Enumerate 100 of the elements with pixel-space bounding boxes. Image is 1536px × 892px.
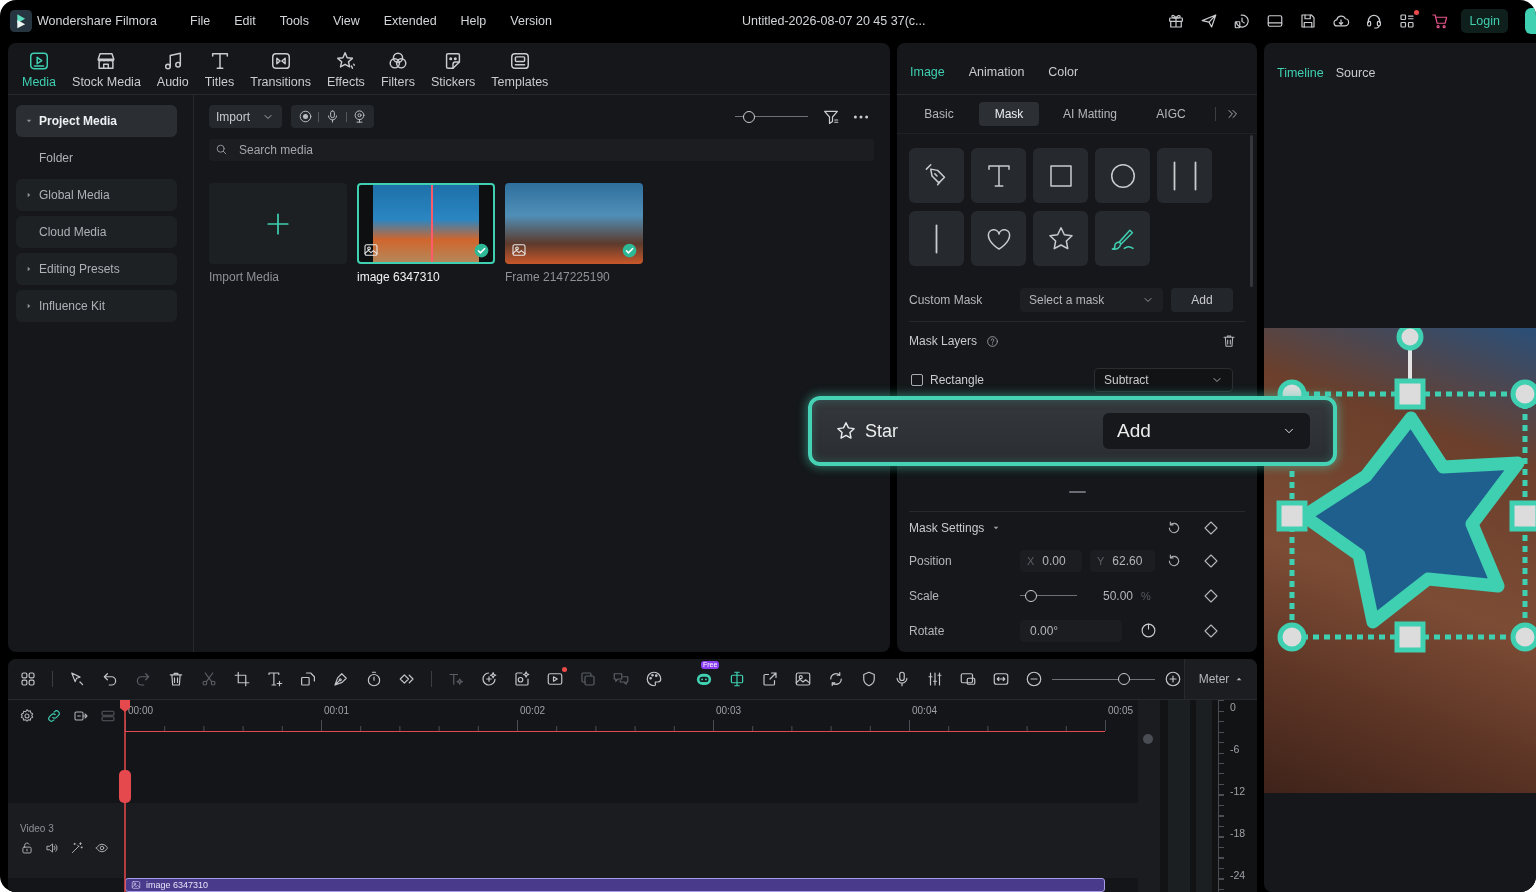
mask-shape-button[interactable] xyxy=(909,148,964,203)
login-button[interactable]: Login xyxy=(1461,9,1508,33)
media-tab[interactable]: Templates xyxy=(491,48,549,89)
headset-icon[interactable] xyxy=(1365,12,1384,30)
reset-icon[interactable] xyxy=(1166,552,1182,569)
mask-shape-button[interactable] xyxy=(1033,148,1088,203)
media-tab[interactable]: Media xyxy=(22,48,57,89)
menu-item[interactable]: File xyxy=(178,14,223,28)
diamond-icon[interactable] xyxy=(1203,587,1219,604)
magnified-layer-tooltip[interactable]: Star Add xyxy=(808,396,1337,466)
media-tab[interactable]: Stock Media xyxy=(72,48,141,89)
share-box-icon[interactable] xyxy=(761,670,779,688)
property-tab[interactable]: Animation xyxy=(968,64,1025,79)
clock-document-icon[interactable] xyxy=(1233,12,1252,30)
caret-right-icon[interactable] xyxy=(25,265,33,273)
edge-handle[interactable] xyxy=(1394,378,1426,410)
cursor-arrow-icon[interactable] xyxy=(68,670,86,688)
corner-handle[interactable] xyxy=(1277,622,1307,652)
mask-dropdown[interactable]: Select a mask xyxy=(1020,288,1163,312)
sidebar-item[interactable]: Influence Kit xyxy=(16,290,177,322)
media-tab[interactable]: Audio xyxy=(156,48,189,89)
split-frame-icon[interactable] xyxy=(728,670,746,688)
import-dropdown[interactable]: Import xyxy=(209,105,282,128)
mask-shape-button[interactable] xyxy=(971,148,1026,203)
preview-tab[interactable]: Source xyxy=(1335,66,1376,80)
eye-icon[interactable] xyxy=(95,841,109,855)
magic-wand-icon[interactable] xyxy=(70,841,84,855)
timer-icon[interactable] xyxy=(365,670,383,688)
preview-tab[interactable]: Timeline xyxy=(1277,66,1324,80)
diamond-icon[interactable] xyxy=(1203,519,1219,536)
number-field[interactable]: 0.00° xyxy=(1020,619,1122,642)
scrollbar-thumb[interactable] xyxy=(1250,135,1253,287)
gear-icon[interactable] xyxy=(19,708,35,724)
resize-box-icon[interactable] xyxy=(992,670,1010,688)
menu-item[interactable]: Edit xyxy=(222,14,268,28)
mask-shape-button[interactable] xyxy=(1095,211,1150,266)
mask-shape-button[interactable] xyxy=(1095,148,1150,203)
slider-thumb[interactable] xyxy=(1118,673,1131,685)
media-tab[interactable]: Effects xyxy=(326,48,365,89)
meter-dropdown[interactable]: Meter xyxy=(1184,659,1257,699)
corner-handle[interactable] xyxy=(1510,622,1536,652)
import-media-tile[interactable] xyxy=(209,183,347,264)
trash-icon[interactable] xyxy=(1221,333,1237,349)
media-thumbnail[interactable] xyxy=(357,183,495,264)
speaker-icon[interactable] xyxy=(45,841,59,855)
paper-plane-icon[interactable] xyxy=(1200,12,1219,30)
sub-tab[interactable]: AI Matting xyxy=(1049,102,1132,126)
mask-shape-button[interactable] xyxy=(1033,211,1088,266)
time-ruler[interactable]: 00:00 00:01 00:02 00:03 00:04 00:05 xyxy=(125,700,1138,732)
media-tab[interactable]: Stickers xyxy=(430,48,476,89)
record-icon[interactable] xyxy=(297,109,313,124)
sub-tab[interactable]: Basic xyxy=(909,102,969,126)
cart-icon[interactable] xyxy=(1431,12,1450,30)
sub-tab[interactable]: Mask xyxy=(979,102,1039,126)
link-icon[interactable] xyxy=(46,708,62,724)
menu-item[interactable]: Extended xyxy=(371,14,449,28)
minus-circle-icon[interactable] xyxy=(1025,670,1043,688)
diamond-icon[interactable] xyxy=(1203,622,1219,639)
checkbox[interactable] xyxy=(911,374,923,386)
shield-icon[interactable] xyxy=(860,670,878,688)
menu-item[interactable]: Version xyxy=(498,14,564,28)
sub-tab[interactable]: AIGC xyxy=(1141,102,1202,126)
padlock-icon[interactable] xyxy=(20,841,34,855)
picture-in-picture-icon[interactable] xyxy=(959,670,977,688)
circle-sparkle-icon[interactable] xyxy=(480,670,498,688)
property-tab[interactable]: Color xyxy=(1048,64,1079,79)
floppy-icon[interactable] xyxy=(1299,12,1318,30)
help-circle-icon[interactable] xyxy=(986,334,1000,348)
scrollbar-thumb[interactable] xyxy=(1143,734,1153,744)
gift-icon[interactable] xyxy=(1167,12,1186,30)
box-arrow-icon[interactable] xyxy=(73,708,89,724)
shapes-icon[interactable] xyxy=(299,670,317,688)
search-field[interactable]: Search media xyxy=(209,139,874,161)
edge-handle[interactable] xyxy=(1394,621,1426,653)
circle-arrows-icon[interactable] xyxy=(827,670,845,688)
mask-shape-button[interactable] xyxy=(971,211,1026,266)
sliders-icon[interactable] xyxy=(926,670,944,688)
sidebar-item[interactable]: Project Media xyxy=(16,105,177,137)
number-field[interactable]: X 0.00 xyxy=(1020,549,1082,572)
sidebar-item[interactable]: Global Media xyxy=(16,179,177,211)
layout-icon[interactable] xyxy=(1266,12,1285,30)
plus-circle-icon[interactable] xyxy=(1164,670,1182,688)
trash-icon[interactable] xyxy=(167,670,185,688)
caret-right-icon[interactable] xyxy=(25,191,33,199)
media-tab[interactable]: Transitions xyxy=(250,48,311,89)
crop-icon[interactable] xyxy=(233,670,251,688)
timeline-clip[interactable]: image 6347310 xyxy=(125,878,1105,892)
edge-handle[interactable] xyxy=(1276,500,1308,532)
text-plus-icon[interactable] xyxy=(266,670,284,688)
reset-icon[interactable] xyxy=(1166,519,1182,536)
caret-down-icon[interactable] xyxy=(25,117,33,125)
rotate-handle[interactable] xyxy=(1396,328,1424,382)
caret-right-icon[interactable] xyxy=(25,302,33,310)
media-tab[interactable]: Filters xyxy=(380,48,415,89)
dial-icon[interactable] xyxy=(1140,622,1157,639)
sidebar-item[interactable]: Cloud Media xyxy=(16,216,177,248)
image-frame-icon[interactable] xyxy=(794,670,812,688)
property-tab[interactable]: Image xyxy=(910,64,945,79)
corner-handle[interactable] xyxy=(1510,379,1536,409)
menu-item[interactable]: View xyxy=(320,14,372,28)
